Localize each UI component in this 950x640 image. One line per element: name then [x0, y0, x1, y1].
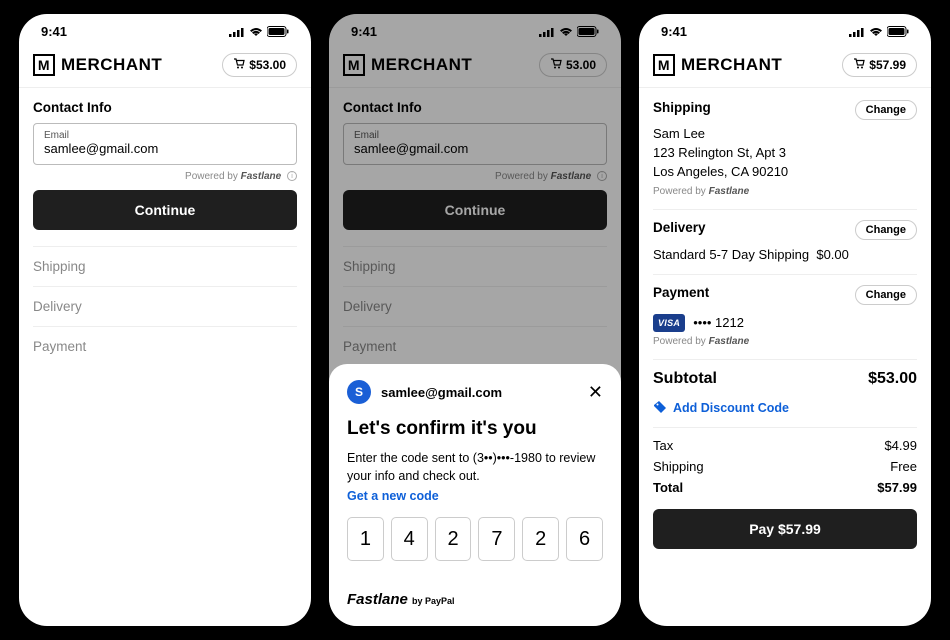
- email-value: samlee@gmail.com: [44, 141, 286, 156]
- status-time: 9:41: [41, 24, 67, 39]
- merchant-logo: M MERCHANT: [653, 54, 782, 76]
- powered-by-shipping: Powered by Fastlane: [653, 186, 917, 197]
- tag-icon: [653, 400, 667, 417]
- otp-digit-2[interactable]: 4: [391, 517, 428, 561]
- otp-digit-5[interactable]: 2: [522, 517, 559, 561]
- powered-by-payment: Powered by Fastlane: [653, 336, 917, 347]
- verify-sheet: S samlee@gmail.com ✕ Let's confirm it's …: [329, 364, 621, 626]
- signal-icon: [849, 27, 865, 37]
- cart-button[interactable]: $57.99: [842, 53, 917, 77]
- sheet-title: Let's confirm it's you: [347, 418, 603, 440]
- ship-name: Sam Lee: [653, 125, 917, 144]
- merchant-name: MERCHANT: [681, 55, 782, 75]
- otp-digit-3[interactable]: 2: [435, 517, 472, 561]
- phone-contact: 9:41 M MERCHANT $53.00 Contact Info Emai…: [19, 14, 311, 626]
- signal-icon: [229, 27, 245, 37]
- visa-icon: VISA: [653, 314, 685, 332]
- otp-digit-4[interactable]: 7: [478, 517, 515, 561]
- shipping-section: Shipping Change Sam Lee 123 Relington St…: [653, 100, 917, 210]
- email-field[interactable]: Email samlee@gmail.com: [33, 123, 297, 165]
- sheet-header: S samlee@gmail.com ✕: [347, 380, 603, 404]
- otp-digit-6[interactable]: 6: [566, 517, 603, 561]
- totals: Tax$4.99 ShippingFree Total$57.99: [653, 428, 917, 497]
- battery-icon: [887, 26, 909, 37]
- status-icons: [849, 26, 909, 37]
- payment-change-button[interactable]: Change: [855, 285, 917, 305]
- fastlane-brand: Fastlane: [241, 171, 282, 182]
- total-value: $57.99: [877, 480, 917, 495]
- battery-icon: [267, 26, 289, 37]
- add-discount-link[interactable]: Add Discount Code: [653, 390, 917, 428]
- continue-button[interactable]: Continue: [33, 190, 297, 230]
- payment-title: Payment: [653, 285, 709, 300]
- shipping-change-button[interactable]: Change: [855, 100, 917, 120]
- phone-verify: 9:41 M MERCHANT 53.00 Contact Info Email…: [329, 14, 621, 626]
- powered-by: Powered by Fastlane i: [33, 171, 297, 182]
- fastlane-logo: Fastlane by PayPal: [347, 591, 603, 608]
- wifi-icon: [249, 27, 263, 37]
- sheet-email: samlee@gmail.com: [381, 385, 578, 400]
- statusbar: 9:41: [19, 14, 311, 45]
- resend-link[interactable]: Get a new code: [347, 489, 603, 503]
- shipping-title: Shipping: [653, 100, 711, 115]
- payment-card: VISA •••• 1212: [653, 314, 917, 332]
- ship-line2: Los Angeles, CA 90210: [653, 163, 917, 182]
- otp-digit-1[interactable]: 1: [347, 517, 384, 561]
- step-payment: Payment: [33, 326, 297, 366]
- header: M MERCHANT $57.99: [639, 45, 931, 88]
- ship-line1: 123 Relington St, Apt 3: [653, 144, 917, 163]
- content: Contact Info Email samlee@gmail.com Powe…: [19, 88, 311, 626]
- avatar: S: [347, 380, 371, 404]
- delivery-change-button[interactable]: Change: [855, 220, 917, 240]
- content: Shipping Change Sam Lee 123 Relington St…: [639, 88, 931, 626]
- step-shipping: Shipping: [33, 246, 297, 286]
- cart-icon: [233, 58, 245, 72]
- payment-section: Payment Change VISA •••• 1212 Powered by…: [653, 275, 917, 360]
- phone-review: 9:41 M MERCHANT $57.99 Shipping Change S…: [639, 14, 931, 626]
- statusbar: 9:41: [639, 14, 931, 45]
- cart-total: $53.00: [249, 58, 286, 72]
- header: M MERCHANT $53.00: [19, 45, 311, 88]
- pay-button[interactable]: Pay $57.99: [653, 509, 917, 549]
- delivery-title: Delivery: [653, 220, 706, 235]
- cart-total: $57.99: [869, 58, 906, 72]
- otp-inputs: 1 4 2 7 2 6: [347, 517, 603, 561]
- subtotal-row: Subtotal $53.00: [653, 360, 917, 388]
- ship-value: Free: [890, 459, 917, 474]
- contact-title: Contact Info: [33, 100, 297, 115]
- sheet-body: Enter the code sent to (3••)•••-1980 to …: [347, 450, 603, 485]
- card-last4: •••• 1212: [693, 315, 744, 330]
- cart-button[interactable]: $53.00: [222, 53, 297, 77]
- status-icons: [229, 26, 289, 37]
- logo-mark: M: [653, 54, 675, 76]
- delivery-option: Standard 5-7 Day Shipping $0.00: [653, 247, 917, 262]
- close-icon[interactable]: ✕: [588, 382, 603, 403]
- status-time: 9:41: [661, 24, 687, 39]
- info-icon[interactable]: i: [287, 171, 297, 181]
- email-label: Email: [44, 130, 286, 141]
- logo-mark: M: [33, 54, 55, 76]
- delivery-section: Delivery Change Standard 5-7 Day Shippin…: [653, 210, 917, 275]
- merchant-logo: M MERCHANT: [33, 54, 162, 76]
- subtotal-value: $53.00: [868, 370, 917, 388]
- wifi-icon: [869, 27, 883, 37]
- step-delivery: Delivery: [33, 286, 297, 326]
- merchant-name: MERCHANT: [61, 55, 162, 75]
- cart-icon: [853, 58, 865, 72]
- tax-value: $4.99: [884, 438, 917, 453]
